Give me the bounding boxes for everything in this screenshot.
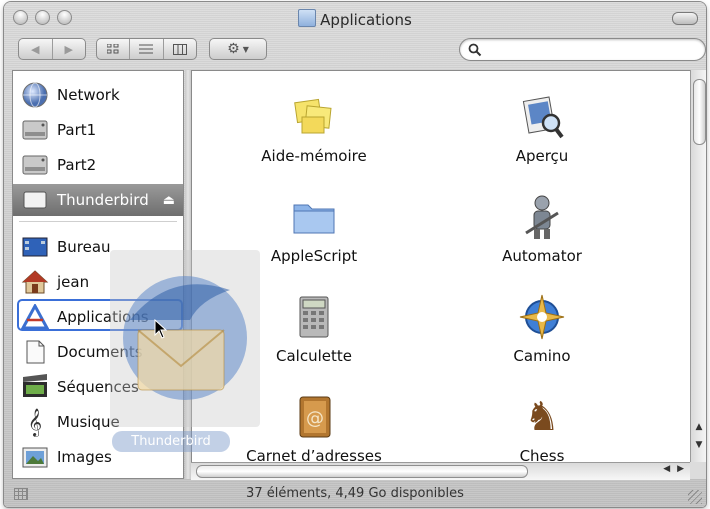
desktop-icon [21, 234, 49, 260]
app-label: Aide-mémoire [261, 147, 367, 165]
sidebar-item-label: Bureau [57, 238, 111, 256]
icon-view-icon [107, 44, 119, 54]
chess-icon: ♞ [524, 394, 560, 440]
action-menu-button[interactable]: ⚙ ▼ [209, 38, 267, 60]
status-text: 37 éléments, 4,49 Go disponibles [246, 486, 464, 501]
window-title: Applications [4, 9, 706, 29]
gear-icon: ⚙ [227, 41, 240, 57]
search-field[interactable] [459, 38, 706, 61]
hard-drive-icon [21, 152, 49, 178]
mouse-pointer-icon [154, 319, 168, 339]
hard-drive-icon [21, 117, 49, 143]
vertical-scrollbar[interactable]: ▲ ▼ [690, 70, 706, 462]
svg-text:@: @ [306, 408, 324, 429]
back-arrow-icon: ◀ [31, 42, 40, 56]
sidebar-divider [19, 221, 177, 222]
resize-grip-icon[interactable] [688, 490, 702, 504]
title-bar[interactable]: Applications [4, 2, 706, 32]
list-view-button[interactable] [129, 39, 162, 59]
sidebar-item-label: Thunderbird [57, 191, 149, 209]
thunderbird-bird-icon [123, 276, 247, 400]
icon-view-button[interactable] [97, 39, 129, 59]
documents-icon [21, 339, 49, 365]
movies-icon [21, 374, 49, 400]
sidebar-item-label: Part1 [57, 121, 97, 139]
preview-icon [518, 93, 566, 141]
pictures-icon [21, 444, 49, 470]
sidebar-item-label: jean [57, 273, 90, 291]
camino-icon [518, 293, 566, 341]
music-icon: 𝄞 [27, 408, 43, 436]
horizontal-scroll-arrows-icon[interactable]: ◀ ▶ [663, 464, 686, 474]
app-label: Automator [502, 247, 582, 265]
dragged-thunderbird-icon [110, 250, 260, 427]
search-input[interactable] [484, 41, 688, 60]
view-switcher [96, 38, 197, 60]
sidebar-item-part1[interactable]: Part1 [13, 114, 183, 146]
back-forward-control: ◀ ▶ [18, 38, 86, 60]
app-aide-memoire[interactable]: Aide-mémoire [214, 81, 414, 177]
chevron-down-icon: ▼ [242, 44, 249, 54]
horizontal-scrollbar[interactable]: ◀ ▶ [191, 462, 690, 480]
eject-icon[interactable]: ⏏ [163, 193, 175, 208]
home-icon [21, 269, 49, 295]
status-bar: 37 éléments, 4,49 Go disponibles [4, 480, 706, 507]
address-book-icon: @ [290, 393, 338, 441]
column-view-icon [172, 43, 187, 55]
scroll-up-arrow-icon[interactable]: ▲ [691, 422, 706, 432]
sidebar-item-label: Part2 [57, 156, 97, 174]
app-label: Carnet d’adresses [246, 447, 382, 463]
toolbar-toggle-button[interactable] [672, 12, 698, 25]
window-title-text: Applications [320, 11, 412, 29]
scroll-down-arrow-icon[interactable]: ▼ [691, 440, 706, 450]
app-apercu[interactable]: Aperçu [442, 81, 642, 177]
column-view-button[interactable] [162, 39, 196, 59]
app-label: Chess [519, 447, 565, 463]
app-label: Aperçu [515, 147, 569, 165]
vertical-scroll-thumb[interactable] [693, 79, 706, 145]
icon-view: Aide-mémoire Aperçu AppleScript Automato… [191, 70, 691, 463]
stickies-icon [290, 93, 338, 141]
sidebar-item-label: Network [57, 86, 120, 104]
sidebar-item-thunderbird[interactable]: Thunderbird ⏏ [13, 184, 183, 216]
app-label: Camino [513, 347, 571, 365]
list-view-icon [139, 44, 154, 54]
network-globe-icon [21, 82, 49, 108]
forward-arrow-icon: ▶ [64, 42, 73, 56]
applications-folder-icon [298, 9, 317, 27]
app-camino[interactable]: Camino [442, 281, 642, 377]
sidebar-item-label: Images [57, 448, 112, 466]
horizontal-scroll-thumb[interactable] [196, 465, 528, 478]
search-icon [468, 43, 482, 57]
disk-image-icon [21, 187, 49, 213]
finder-window: Applications ◀ ▶ ⚙ ▼ Network Part1 Part2… [4, 2, 706, 507]
forward-button[interactable]: ▶ [51, 39, 86, 59]
sidebar-item-part2[interactable]: Part2 [13, 149, 183, 181]
back-button[interactable]: ◀ [19, 39, 52, 59]
automator-icon [518, 193, 566, 241]
sidebar-item-network[interactable]: Network [13, 79, 183, 111]
scroll-corner [690, 462, 706, 479]
calculator-icon [290, 293, 338, 341]
dragged-item-label: Thunderbird [112, 431, 230, 452]
app-chess[interactable]: ♞ Chess [442, 381, 642, 463]
app-automator[interactable]: Automator [442, 181, 642, 277]
folder-icon [290, 193, 338, 241]
